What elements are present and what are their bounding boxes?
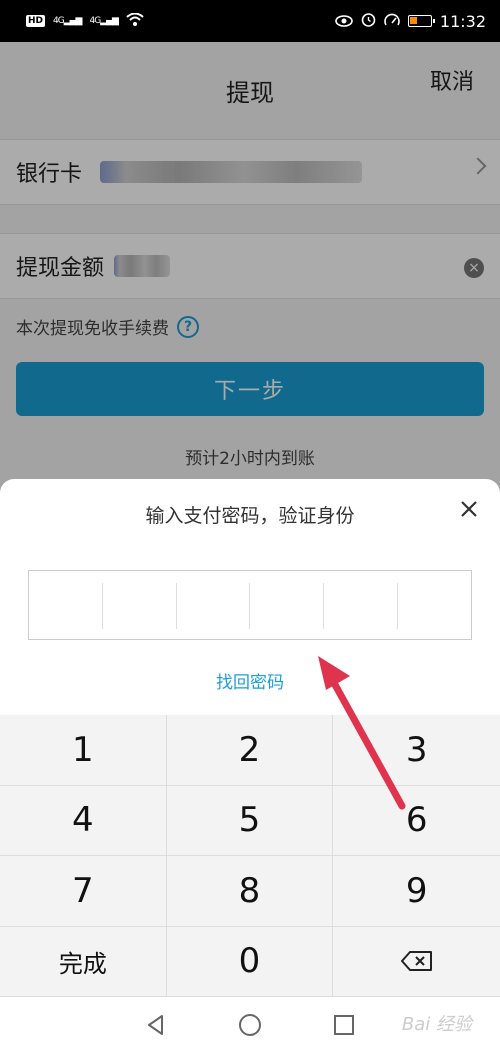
key-1[interactable]: 1 [0,715,167,786]
pin-input[interactable] [28,570,472,640]
password-sheet: 输入支付密码，验证身份 找回密码 [0,479,500,715]
signal-icon: 4G▂▄▆ [53,16,82,26]
key-9[interactable]: 9 [333,856,500,927]
pin-digit [397,583,471,629]
signal-label-1: 4G [53,16,65,26]
key-2[interactable]: 2 [166,715,334,786]
key-6[interactable]: 6 [333,786,500,856]
status-left: HD 4G▂▄▆ 4G▂▄▆ [26,12,144,31]
key-0[interactable]: 0 [166,926,334,997]
done-key[interactable]: 完成 [0,926,167,997]
pin-digit [101,583,176,629]
wifi-icon [126,12,144,31]
home-icon[interactable] [238,1013,262,1041]
back-icon[interactable] [145,1014,167,1040]
key-4[interactable]: 4 [0,785,167,856]
recents-icon[interactable] [333,1014,355,1040]
signal-label-2: 4G [89,16,101,26]
signal-icon-2: 4G▂▄▆ [89,16,118,26]
alarm-icon [361,12,376,31]
battery-icon [407,15,435,27]
pin-digit [249,583,323,629]
pin-digit [323,583,397,629]
backspace-icon [400,941,433,981]
status-right: 11:32 [335,12,486,31]
speed-icon [384,12,400,31]
sheet-title: 输入支付密码，验证身份 [145,505,355,527]
pin-digit [175,583,250,629]
forgot-password-link[interactable]: 找回密码 [0,668,500,693]
modal-overlay[interactable] [0,42,500,496]
key-8[interactable]: 8 [166,856,334,927]
status-bar: HD 4G▂▄▆ 4G▂▄▆ 11:32 [0,0,500,42]
close-icon[interactable] [460,497,478,523]
key-7[interactable]: 7 [0,856,167,927]
key-3[interactable]: 3 [333,715,500,786]
eye-icon [335,12,353,31]
numeric-keypad: 1 2 3 4 5 6 7 8 9 完成 0 [0,715,500,997]
pin-digit [29,571,102,639]
key-5[interactable]: 5 [166,785,334,856]
hd-badge: HD [26,15,46,27]
watermark: Bai 经验 [401,1014,472,1035]
clock-time: 11:32 [439,11,486,31]
backspace-key[interactable] [333,927,500,997]
